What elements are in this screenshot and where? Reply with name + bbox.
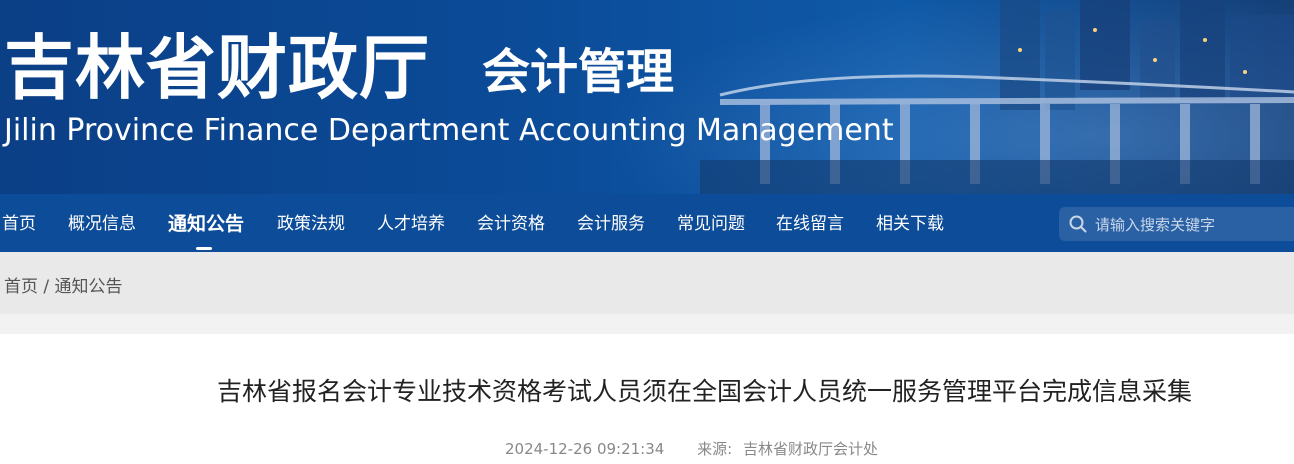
nav-item-services[interactable]: 会计服务: [577, 194, 645, 252]
search-box[interactable]: [1059, 207, 1294, 243]
breadcrumb-bar: 首页 / 通知公告: [0, 252, 1294, 314]
nav-item-message[interactable]: 在线留言: [776, 194, 844, 252]
nav-item-policies[interactable]: 政策法规: [277, 194, 345, 252]
main-nav: 首页 概况信息 通知公告 政策法规 人才培养 会计资格 会计服务 常见问题 在线…: [0, 194, 1294, 252]
nav-item-qualification[interactable]: 会计资格: [477, 194, 545, 252]
nav-item-notices[interactable]: 通知公告: [168, 194, 244, 252]
article-panel: 吉林省报名会计专业技术资格考试人员须在全国会计人员统一服务管理平台完成信息采集 …: [0, 334, 1294, 464]
nav-item-overview[interactable]: 概况信息: [68, 194, 136, 252]
article-source: 吉林省财政厅会计处: [742, 440, 878, 458]
article-date: 2024-12-26 09:21:34: [505, 440, 665, 458]
bridge-skyline-image: [700, 0, 1294, 194]
header-banner: 吉林省财政厅 会计管理 Jilin Province Finance Depar…: [0, 0, 1294, 194]
nav-item-training[interactable]: 人才培养: [377, 194, 445, 252]
site-english-title: Jilin Province Finance Department Accoun…: [4, 113, 894, 148]
search-input[interactable]: [1093, 207, 1294, 243]
nav-item-home[interactable]: 首页: [2, 194, 36, 252]
search-icon[interactable]: [1069, 215, 1087, 233]
site-title: 吉林省财政厅: [4, 27, 430, 109]
breadcrumb-current-link[interactable]: 通知公告: [55, 277, 123, 297]
article-title: 吉林省报名会计专业技术资格考试人员须在全国会计人员统一服务管理平台完成信息采集: [216, 377, 1192, 406]
article-source-label: 来源:: [697, 440, 733, 458]
nav-item-faq[interactable]: 常见问题: [677, 194, 745, 252]
breadcrumb-separator: /: [43, 277, 50, 297]
article-meta: 2024-12-26 09:21:34 来源: 吉林省财政厅会计处: [505, 438, 884, 459]
breadcrumb: 首页 / 通知公告: [4, 272, 123, 297]
breadcrumb-home-link[interactable]: 首页: [4, 277, 38, 297]
nav-item-downloads[interactable]: 相关下载: [876, 194, 944, 252]
site-subtitle: 会计管理: [482, 44, 675, 100]
